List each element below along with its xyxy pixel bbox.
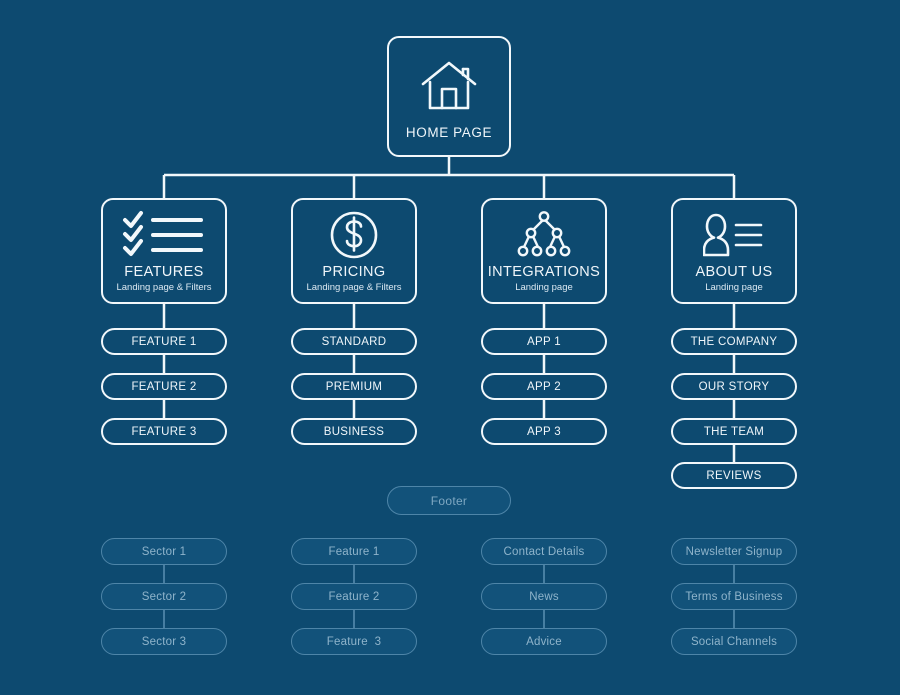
house-icon xyxy=(419,58,479,119)
node-feature-1[interactable]: FEATURE 1 xyxy=(101,328,227,355)
node-label: FEATURE 1 xyxy=(131,335,197,348)
node-feature-2[interactable]: FEATURE 2 xyxy=(101,373,227,400)
pricing-title: PRICING xyxy=(322,263,386,280)
sitemap-diagram: HOME PAGE FEATURES Landing page & Filter… xyxy=(0,0,900,695)
node-business[interactable]: BUSINESS xyxy=(291,418,417,445)
footer-item-terms-of-business[interactable]: Terms of Business xyxy=(671,583,797,610)
node-label: News xyxy=(529,590,559,603)
footer-item-contact-details[interactable]: Contact Details xyxy=(481,538,607,565)
node-reviews[interactable]: REVIEWS xyxy=(671,462,797,489)
node-app-1[interactable]: APP 1 xyxy=(481,328,607,355)
checklist-icon xyxy=(121,209,207,261)
node-label: Social Channels xyxy=(690,635,778,648)
node-tree-icon xyxy=(515,209,573,261)
node-app-2[interactable]: APP 2 xyxy=(481,373,607,400)
node-home-page[interactable]: HOME PAGE xyxy=(387,36,511,157)
footer-item-sector-2[interactable]: Sector 2 xyxy=(101,583,227,610)
node-label: THE TEAM xyxy=(703,425,765,438)
features-title: FEATURES xyxy=(124,263,204,280)
node-label: Sector 2 xyxy=(141,590,187,603)
node-label: Sector 3 xyxy=(141,635,187,648)
person-lines-icon xyxy=(703,209,765,261)
node-app-3[interactable]: APP 3 xyxy=(481,418,607,445)
node-feature-3[interactable]: FEATURE 3 xyxy=(101,418,227,445)
node-label: Feature 3 xyxy=(326,635,382,648)
node-label: Feature 2 xyxy=(328,590,380,603)
about-us-title: ABOUT US xyxy=(695,263,773,280)
footer-item-sector-1[interactable]: Sector 1 xyxy=(101,538,227,565)
node-integrations[interactable]: INTEGRATIONS Landing page xyxy=(481,198,607,304)
node-label: PREMIUM xyxy=(325,380,383,393)
node-label: BUSINESS xyxy=(323,425,385,438)
node-footer[interactable]: Footer xyxy=(387,486,511,515)
node-about-us[interactable]: ABOUT US Landing page xyxy=(671,198,797,304)
node-label: APP 3 xyxy=(527,425,561,438)
node-label: Sector 1 xyxy=(141,545,187,558)
footer-item-social-channels[interactable]: Social Channels xyxy=(671,628,797,655)
node-standard[interactable]: STANDARD xyxy=(291,328,417,355)
footer-item-feature-3[interactable]: Feature 3 xyxy=(291,628,417,655)
footer-item-feature-2[interactable]: Feature 2 xyxy=(291,583,417,610)
footer-item-news[interactable]: News xyxy=(481,583,607,610)
node-label: STANDARD xyxy=(321,335,387,348)
node-label: APP 2 xyxy=(527,380,561,393)
features-subtitle: Landing page & Filters xyxy=(116,281,212,293)
node-label: FEATURE 2 xyxy=(131,380,197,393)
footer-item-feature-1[interactable]: Feature 1 xyxy=(291,538,417,565)
node-pricing[interactable]: PRICING Landing page & Filters xyxy=(291,198,417,304)
node-label: Terms of Business xyxy=(685,590,783,603)
node-the-company[interactable]: THE COMPANY xyxy=(671,328,797,355)
node-label: Newsletter Signup xyxy=(685,545,783,558)
node-the-team[interactable]: THE TEAM xyxy=(671,418,797,445)
node-label: APP 1 xyxy=(527,335,561,348)
node-our-story[interactable]: OUR STORY xyxy=(671,373,797,400)
home-page-label: HOME PAGE xyxy=(405,124,493,140)
dollar-circle-icon xyxy=(328,209,380,261)
footer-label: Footer xyxy=(430,493,468,508)
integrations-subtitle: Landing page xyxy=(515,281,573,293)
node-label: THE COMPANY xyxy=(690,335,778,348)
node-label: Advice xyxy=(526,635,562,648)
node-premium[interactable]: PREMIUM xyxy=(291,373,417,400)
node-label: Feature 1 xyxy=(328,545,380,558)
node-label: Contact Details xyxy=(503,545,585,558)
footer-item-sector-3[interactable]: Sector 3 xyxy=(101,628,227,655)
node-label: OUR STORY xyxy=(698,380,770,393)
node-label: FEATURE 3 xyxy=(131,425,197,438)
footer-item-advice[interactable]: Advice xyxy=(481,628,607,655)
node-label: REVIEWS xyxy=(706,469,762,482)
footer-item-newsletter-signup[interactable]: Newsletter Signup xyxy=(671,538,797,565)
pricing-subtitle: Landing page & Filters xyxy=(306,281,402,293)
about-us-subtitle: Landing page xyxy=(705,281,763,293)
integrations-title: INTEGRATIONS xyxy=(487,263,601,280)
node-features[interactable]: FEATURES Landing page & Filters xyxy=(101,198,227,304)
